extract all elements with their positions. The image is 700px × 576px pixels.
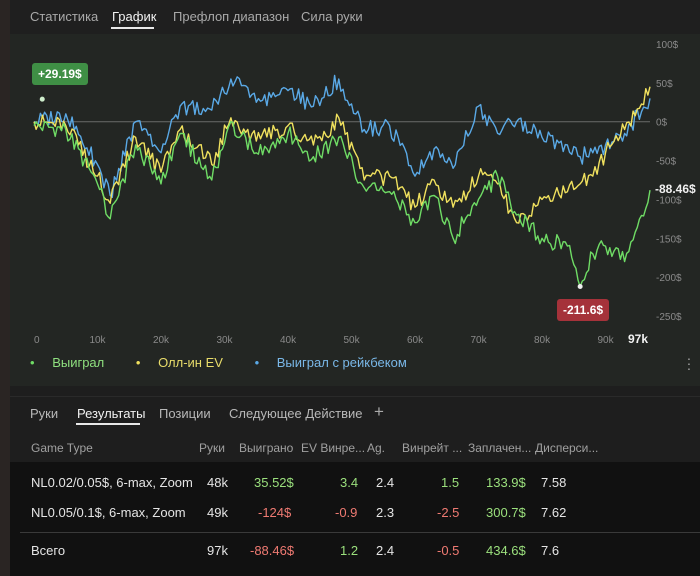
tab-graph[interactable]: График [112, 9, 156, 24]
min-value-badge: -211.6$ [557, 299, 610, 321]
tab-results-underline [76, 423, 140, 425]
results-chart: 100$ 50$ 0$ -50$ -100$ -150$ -200$ -250$ 0 10k 20k… [33, 40, 682, 346]
x-tick-label: 80k [534, 335, 551, 346]
cell-dispersion: 7.58 [541, 475, 567, 490]
tab-hands[interactable]: Руки [30, 406, 58, 421]
x-tick-label: 50k [343, 335, 360, 346]
y-tick-label: 50$ [656, 79, 673, 90]
x-tick-label: 40k [280, 335, 297, 346]
cell-paid: 133.9$ [486, 475, 526, 490]
x-tick-label: 10k [89, 335, 106, 346]
series-line-1 [33, 86, 651, 224]
y-tick-label: -250$ [656, 312, 682, 323]
x-tick-label: 70k [470, 335, 487, 346]
x-tick-label: 90k [597, 335, 614, 346]
cell-ag: 2.4 [376, 475, 395, 490]
cell-hands: 97k [207, 543, 228, 558]
x-tick-label: 20k [153, 335, 170, 346]
cell-dispersion: 7.62 [541, 505, 567, 520]
max-point-marker [39, 96, 45, 102]
col-hands[interactable]: Руки [199, 441, 225, 455]
total-row[interactable]: Всего 97k -88.46$ 1.2 2.4 -0.5 434.6$ 7.… [10, 536, 700, 566]
cell-ev: 1.2 [340, 543, 359, 558]
top-tabs: Статистика График Префлоп диапазон Сила … [10, 0, 700, 34]
add-tab-icon[interactable]: + [374, 402, 384, 422]
col-ev-winrate[interactable]: EV Винре... [301, 441, 365, 455]
col-paid[interactable]: Заплачен... [468, 441, 531, 455]
y-tick-label: -100$ [656, 195, 682, 206]
cell-dispersion: 7.6 [541, 543, 560, 558]
table-row[interactable]: NL0.05/0.1$, 6-max, Zoom 49k -124$ -0.9 … [10, 498, 700, 528]
x-tick-label: 60k [407, 335, 424, 346]
legend-won[interactable]: • Выиграл [30, 355, 118, 370]
cell-winrate: -0.5 [437, 543, 460, 558]
table-header: Game Type Руки Выиграно EV Винре... Ag. … [10, 430, 700, 462]
y-tick-label: -50$ [656, 157, 676, 168]
tab-graph-underline [111, 27, 154, 29]
cell-game: NL0.02/0.05$, 6-max, Zoom [31, 475, 193, 490]
cell-ag: 2.3 [376, 505, 395, 520]
cell-hands: 49k [207, 505, 228, 520]
cell-won: -88.46$ [250, 543, 295, 558]
col-dispersion[interactable]: Дисперси... [535, 441, 598, 455]
table-row[interactable]: NL0.02/0.05$, 6-max, Zoom 48k 35.52$ 3.4… [10, 468, 700, 498]
tab-results[interactable]: Результаты [77, 406, 145, 421]
cell-ag: 2.4 [376, 543, 395, 558]
legend-won-rakeback[interactable]: • Выиграл с рейкбеком [255, 355, 421, 370]
cell-winrate: 1.5 [441, 475, 460, 490]
results-table-body: NL0.02/0.05$, 6-max, Zoom 48k 35.52$ 3.4… [10, 462, 700, 576]
cell-winrate: -2.5 [437, 505, 460, 520]
cell-ev: 3.4 [340, 475, 359, 490]
last-value-label: -88.46$ [655, 182, 696, 196]
cell-game: Всего [31, 543, 66, 558]
cell-won: -124$ [258, 505, 292, 520]
chart-panel: 100$ 50$ 0$ -50$ -100$ -150$ -200$ -250$ 0 10k 20k… [10, 34, 700, 386]
left-window-strip [0, 0, 10, 576]
tab-hand-strength[interactable]: Сила руки [301, 9, 363, 24]
x-tick-label: 0 [34, 335, 40, 346]
cell-hands: 48k [207, 475, 228, 490]
cell-won: 35.52$ [254, 475, 294, 490]
col-aggression[interactable]: Ag. [367, 441, 385, 455]
tab-preflop-range[interactable]: Префлоп диапазон [173, 9, 289, 24]
total-separator [20, 532, 700, 533]
legend-allin-ev[interactable]: • Олл-ин EV [136, 355, 237, 370]
bottom-tabs: Руки Результаты Позиции Следующее Действ… [10, 396, 700, 429]
max-value-badge: +29.19$ [32, 63, 88, 85]
tab-next-action[interactable]: Следующее Действие [229, 406, 363, 421]
cell-paid: 300.7$ [486, 505, 526, 520]
col-winrate[interactable]: Винрейт ... [402, 441, 462, 455]
min-point-marker [577, 283, 583, 289]
series-line-2 [33, 74, 651, 199]
cell-ev: -0.9 [335, 505, 358, 520]
y-tick-label: -150$ [656, 234, 682, 245]
chart-legend: • Выиграл • Олл-ин EV • Выиграл с рейкбе… [30, 355, 435, 370]
tab-positions[interactable]: Позиции [159, 406, 211, 421]
y-tick-label: 0$ [656, 118, 668, 129]
x-end-label: 97k [628, 332, 648, 346]
y-tick-label: -200$ [656, 273, 682, 284]
cell-game: NL0.05/0.1$, 6-max, Zoom [31, 505, 186, 520]
tab-statistics[interactable]: Статистика [30, 9, 98, 24]
y-tick-label: 100$ [656, 40, 679, 51]
col-game-type[interactable]: Game Type [31, 441, 93, 455]
x-tick-label: 30k [216, 335, 233, 346]
more-options-icon[interactable]: · · · [686, 351, 692, 375]
cell-paid: 434.6$ [486, 543, 526, 558]
col-won[interactable]: Выиграно [239, 441, 293, 455]
